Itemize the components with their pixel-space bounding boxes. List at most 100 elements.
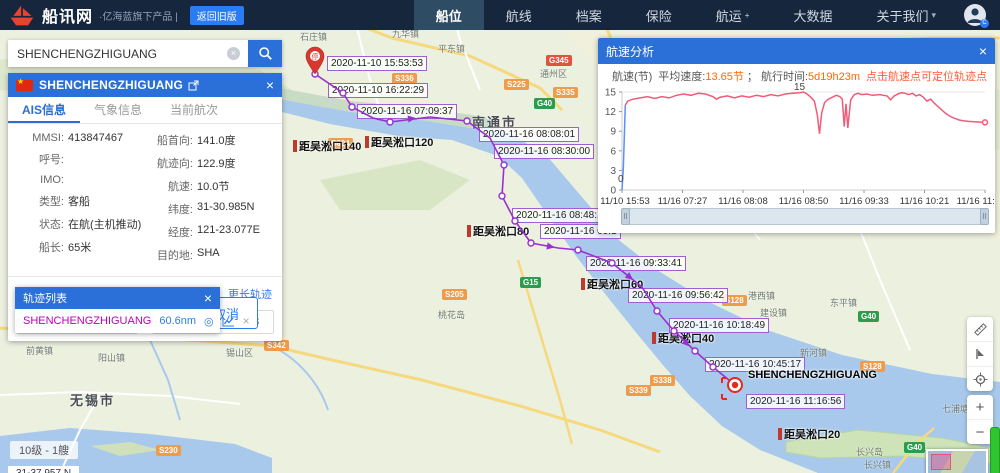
speed-chart[interactable]: 1512963011/10 15:5311/16 07:2711/16 08:0…	[598, 38, 995, 208]
speed-stats: 平均速度:13.65节 ； 航行时间:5d19h23m	[658, 68, 860, 84]
marker-bar-icon	[293, 140, 297, 152]
field-value: 在航(主机推动)	[68, 216, 141, 232]
tab-气象信息[interactable]: 气象信息	[80, 97, 156, 123]
ais-fields-left-column: MMSI:413847467呼号:IMO:类型:客船状态:在航(主机推动)船长:…	[12, 132, 145, 270]
nav-item-船位[interactable]: 船位	[414, 0, 484, 30]
town-label: 前黄镇	[26, 344, 53, 357]
town-label: 七浦塘	[942, 402, 969, 415]
nav-item-大数据[interactable]: 大数据	[771, 0, 854, 30]
close-icon[interactable]: ×	[204, 290, 212, 306]
x-tick-label: 11/16 09:33	[839, 196, 888, 207]
track-time-label[interactable]: 2020-11-16 07:09:37	[357, 104, 457, 119]
info-field: IMO:	[12, 174, 145, 186]
close-icon[interactable]: ×	[266, 77, 274, 93]
track-time-label[interactable]: 2020-11-16 09:56:42	[628, 288, 728, 303]
field-label: 呼号:	[12, 151, 64, 167]
external-link-icon[interactable]	[188, 80, 199, 91]
y-tick-label: 0	[610, 186, 616, 197]
town-label: 通州区	[540, 67, 567, 80]
field-label: IMO:	[12, 174, 64, 186]
info-field: 纬度:31-30.985N	[145, 201, 278, 217]
site-name: 船讯网	[42, 3, 93, 27]
clear-search-icon[interactable]: ×	[227, 47, 240, 60]
road-badge: S230	[156, 445, 181, 456]
china-flag-icon: ★	[16, 80, 33, 91]
speed-chart-icon[interactable]	[222, 316, 235, 327]
x-tick-label: 11/10 15:53	[600, 196, 649, 207]
flag-icon	[973, 347, 987, 361]
distance-marker: 距吴淞口120	[365, 134, 433, 150]
cursor-coordinates: 31-37.957 N	[8, 466, 79, 473]
town-label: 长兴镇	[864, 458, 891, 471]
old-version-button[interactable]: 返回旧版	[190, 6, 244, 25]
speed-line	[625, 92, 985, 134]
x-tick-label: 11/16 10:21	[900, 196, 949, 207]
nav-item-label: 航运	[716, 6, 742, 25]
ship-search-bar: ×	[8, 40, 282, 67]
stat-separator: ；	[747, 71, 758, 83]
road-badge: G40	[534, 98, 555, 109]
tab-AIS信息[interactable]: AIS信息	[8, 97, 80, 123]
top-nav: 船讯网 ·亿海蓝旗下产品 | 返回旧版 船位航线档案保险航运+大数据关于我们▾ …	[0, 0, 1000, 30]
road-badge: S342	[264, 340, 289, 351]
track-time-label[interactable]: 2020-11-10 15:53:53	[327, 56, 427, 71]
show-track-eye-icon[interactable]: ◎	[204, 315, 214, 328]
speed-analysis-panel: 1512963011/10 15:5311/16 07:2711/16 08:0…	[598, 38, 995, 233]
y-tick-label: 12	[605, 107, 617, 118]
marker-bar-icon	[581, 278, 585, 290]
last-point-marker	[983, 120, 988, 125]
slider-handle-left[interactable]	[621, 208, 630, 225]
field-value: SHA	[197, 247, 220, 263]
tab-当前航次[interactable]: 当前航次	[156, 97, 232, 123]
field-value: 客船	[68, 193, 90, 209]
road-badge: S338	[650, 375, 675, 386]
road-badge: G345	[546, 55, 572, 66]
field-value: 65米	[68, 239, 91, 255]
info-field: 船长:65米	[12, 239, 145, 255]
user-avatar[interactable]: C	[964, 4, 986, 26]
nav-item-关于我们[interactable]: 关于我们▾	[854, 0, 958, 30]
info-field: 类型:客船	[12, 193, 145, 209]
site-tagline: ·亿海蓝旗下产品 |	[99, 8, 178, 23]
track-time-label[interactable]: 2020-11-16 11:16:56	[746, 394, 845, 409]
zoom-level-badge: 10级 - 1艘	[10, 441, 78, 459]
track-time-label[interactable]: 2020-11-16 09:33:41	[586, 256, 686, 271]
target-icon	[973, 372, 988, 387]
avg-speed-label: 平均速度:	[658, 71, 705, 83]
field-value: 121-23.077E	[197, 224, 260, 240]
nav-item-航线[interactable]: 航线	[484, 0, 554, 30]
track-time-label[interactable]: 2020-11-10 16:22:29	[328, 83, 428, 98]
info-field: 经度:121-23.077E	[145, 224, 278, 240]
field-label: MMSI:	[12, 132, 64, 144]
track-ship-name[interactable]: SHENCHENGZHIGUANG	[23, 315, 151, 327]
nav-menu: 船位航线档案保险航运+大数据关于我们▾	[414, 0, 958, 30]
info-field: 航迹向:122.9度	[145, 155, 278, 171]
nav-item-航运[interactable]: 航运+	[694, 0, 772, 30]
track-time-label[interactable]: 2020-11-16 08:08:01	[479, 127, 579, 142]
search-button[interactable]	[248, 40, 282, 67]
track-time-label[interactable]: 2020-11-16 08:30:00	[494, 144, 594, 159]
x-tick-label: 11/16 11:14	[957, 196, 995, 207]
angle-tool-button[interactable]	[967, 342, 993, 367]
distance-marker: 距吴淞口140	[293, 138, 361, 154]
locate-button[interactable]	[967, 367, 993, 391]
start-zero-label: 0	[618, 174, 624, 185]
track-time-label[interactable]: 2020-11-16 10:18:49	[669, 318, 769, 333]
town-label: 桃花岛	[438, 308, 465, 321]
chart-range-slider[interactable]	[622, 208, 988, 225]
field-value: 122.9度	[197, 155, 236, 171]
zoom-in-button[interactable]: +	[967, 395, 993, 420]
slider-handle-right[interactable]	[980, 208, 989, 225]
road-badge: S339	[626, 385, 651, 396]
measure-tool-button[interactable]	[967, 317, 993, 342]
field-label: 航迹向:	[145, 155, 193, 171]
traffic-slider[interactable]	[990, 427, 1000, 473]
search-input[interactable]	[8, 40, 248, 67]
nav-item-档案[interactable]: 档案	[554, 0, 624, 30]
ship-panel-tabs: AIS信息气象信息当前航次	[8, 97, 282, 124]
boat-logo-icon	[8, 2, 36, 28]
info-field: 状态:在航(主机推动)	[12, 216, 145, 232]
nav-item-保险[interactable]: 保险	[624, 0, 694, 30]
remove-track-icon[interactable]: ×	[243, 314, 250, 328]
overview-minimap[interactable]	[926, 449, 988, 473]
